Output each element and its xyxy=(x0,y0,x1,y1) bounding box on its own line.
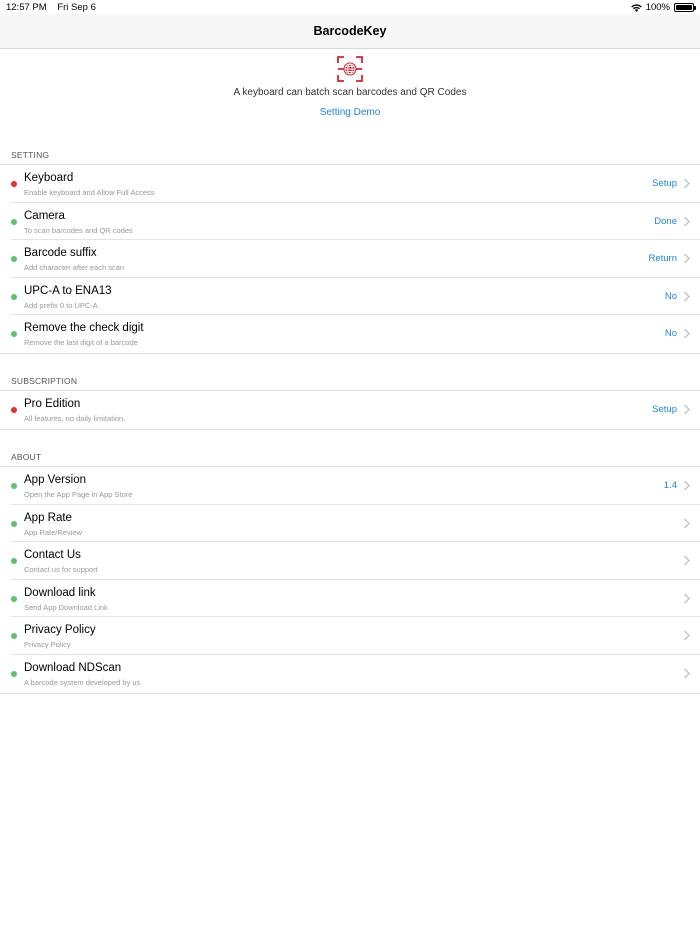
row-title: Pro Edition xyxy=(24,398,81,410)
section-header-setting: SETTING xyxy=(11,150,50,160)
row-subtitle: Privacy Policy xyxy=(24,640,71,650)
about-row-app-version[interactable]: App Version Open the App Page in App Sto… xyxy=(11,467,700,505)
row-subtitle: Add character after each scan xyxy=(24,263,125,273)
subscription-group: Pro Edition All features, no daily limit… xyxy=(0,390,700,430)
status-dot xyxy=(11,520,17,527)
chevron-right-icon xyxy=(684,291,690,302)
status-date: Fri Sep 6 xyxy=(57,2,96,13)
status-left: 12:57 PM Fri Sep 6 xyxy=(6,2,104,13)
page-title: BarcodeKey xyxy=(313,24,387,38)
status-bar: 12:57 PM Fri Sep 6 100% xyxy=(0,0,700,14)
status-dot xyxy=(11,483,17,489)
setting-row-remove-check-digit[interactable]: Remove the check digit Remove the last d… xyxy=(11,315,700,353)
chevron-right-icon xyxy=(684,555,690,566)
intro-panel: A keyboard can batch scan barcodes and Q… xyxy=(0,49,700,137)
row-title: Camera xyxy=(24,209,65,222)
row-value: Done xyxy=(654,215,677,227)
status-dot xyxy=(11,407,17,413)
battery-icon xyxy=(674,3,696,12)
status-dot xyxy=(11,293,17,300)
chevron-right-icon xyxy=(684,593,690,604)
status-dot xyxy=(11,670,17,677)
row-value: Return xyxy=(648,253,677,265)
setting-group: Keyboard Enable keyboard and Allow Full … xyxy=(0,164,700,354)
row-subtitle: Add prefix 0 to UPC-A xyxy=(24,300,98,310)
about-row-app-rate[interactable]: App Rate App Rate/Review xyxy=(11,505,700,543)
row-title: Contact Us xyxy=(24,549,81,562)
about-row-contact-us[interactable]: Contact Us Contact us for support xyxy=(11,542,700,580)
battery-percent: 100% xyxy=(645,2,670,13)
chevron-right-icon xyxy=(684,404,690,415)
app-description: A keyboard can batch scan barcodes and Q… xyxy=(233,87,467,98)
status-right: 100% xyxy=(630,2,696,13)
status-time: 12:57 PM xyxy=(6,2,47,13)
row-title: Remove the check digit xyxy=(24,322,144,335)
row-value: Setup xyxy=(652,404,677,415)
row-subtitle: Enable keyboard and Allow Full Access xyxy=(24,188,155,197)
row-subtitle: Open the App Page in App Store xyxy=(24,490,133,499)
chevron-right-icon xyxy=(684,178,690,189)
status-dot xyxy=(11,595,17,602)
about-row-privacy-policy[interactable]: Privacy Policy Privacy Policy xyxy=(11,617,700,655)
section-header-about: ABOUT xyxy=(11,452,42,462)
setting-row-barcode-suffix[interactable]: Barcode suffix Add character after each … xyxy=(11,240,700,278)
subscription-row-pro-edition[interactable]: Pro Edition All features, no daily limit… xyxy=(11,391,700,429)
wifi-icon xyxy=(630,3,642,12)
row-subtitle: App Rate/Review xyxy=(24,527,82,537)
setting-demo-link[interactable]: Setting Demo xyxy=(0,107,700,118)
section-header-subscription: SUBSCRIPTION xyxy=(11,376,78,386)
row-subtitle: Contact us for support xyxy=(24,565,98,575)
status-dot xyxy=(11,331,17,338)
status-dot xyxy=(11,558,17,565)
chevron-right-icon xyxy=(684,328,690,339)
row-subtitle: A barcode system developed by us xyxy=(24,677,141,687)
row-subtitle: Send App Download Link xyxy=(24,602,108,612)
row-title: UPC-A to ENA13 xyxy=(24,284,112,297)
row-value: Setup xyxy=(652,178,677,189)
row-title: Keyboard xyxy=(24,172,74,184)
status-dot xyxy=(11,218,17,225)
row-title: Barcode suffix xyxy=(24,247,97,260)
about-group: App Version Open the App Page in App Sto… xyxy=(0,466,700,694)
chevron-right-icon xyxy=(684,668,690,679)
chevron-right-icon xyxy=(684,480,690,491)
row-title: Privacy Policy xyxy=(24,624,96,637)
row-subtitle: Remove the last digit of a barcode xyxy=(24,338,138,348)
status-dot xyxy=(11,256,17,263)
setting-row-keyboard[interactable]: Keyboard Enable keyboard and Allow Full … xyxy=(11,165,700,203)
about-row-download-link[interactable]: Download link Send App Download Link xyxy=(11,580,700,618)
chevron-right-icon xyxy=(684,216,690,227)
chevron-right-icon xyxy=(684,630,690,641)
row-subtitle: All features, no daily limitation. xyxy=(24,414,126,423)
setting-row-upca-to-ean13[interactable]: UPC-A to ENA13 Add prefix 0 to UPC-A No xyxy=(11,278,700,316)
row-title: App Rate xyxy=(24,511,72,524)
chevron-right-icon xyxy=(684,518,690,529)
row-title: App Version xyxy=(24,474,87,486)
row-title: Download NDScan xyxy=(24,661,122,674)
row-subtitle: To scan barcodes and QR codes xyxy=(24,225,133,235)
barcode-scan-globe-icon xyxy=(337,56,363,82)
status-dot xyxy=(11,181,17,187)
row-value: 1.4 xyxy=(663,480,677,491)
row-value: No xyxy=(664,290,677,302)
status-dot xyxy=(11,633,17,640)
row-title: Download link xyxy=(24,586,96,599)
row-value: No xyxy=(664,328,677,340)
nav-bar: BarcodeKey xyxy=(0,14,700,49)
about-row-download-ndscan[interactable]: Download NDScan A barcode system develop… xyxy=(11,655,700,693)
chevron-right-icon xyxy=(684,253,690,264)
setting-row-camera[interactable]: Camera To scan barcodes and QR codes Don… xyxy=(11,203,700,241)
